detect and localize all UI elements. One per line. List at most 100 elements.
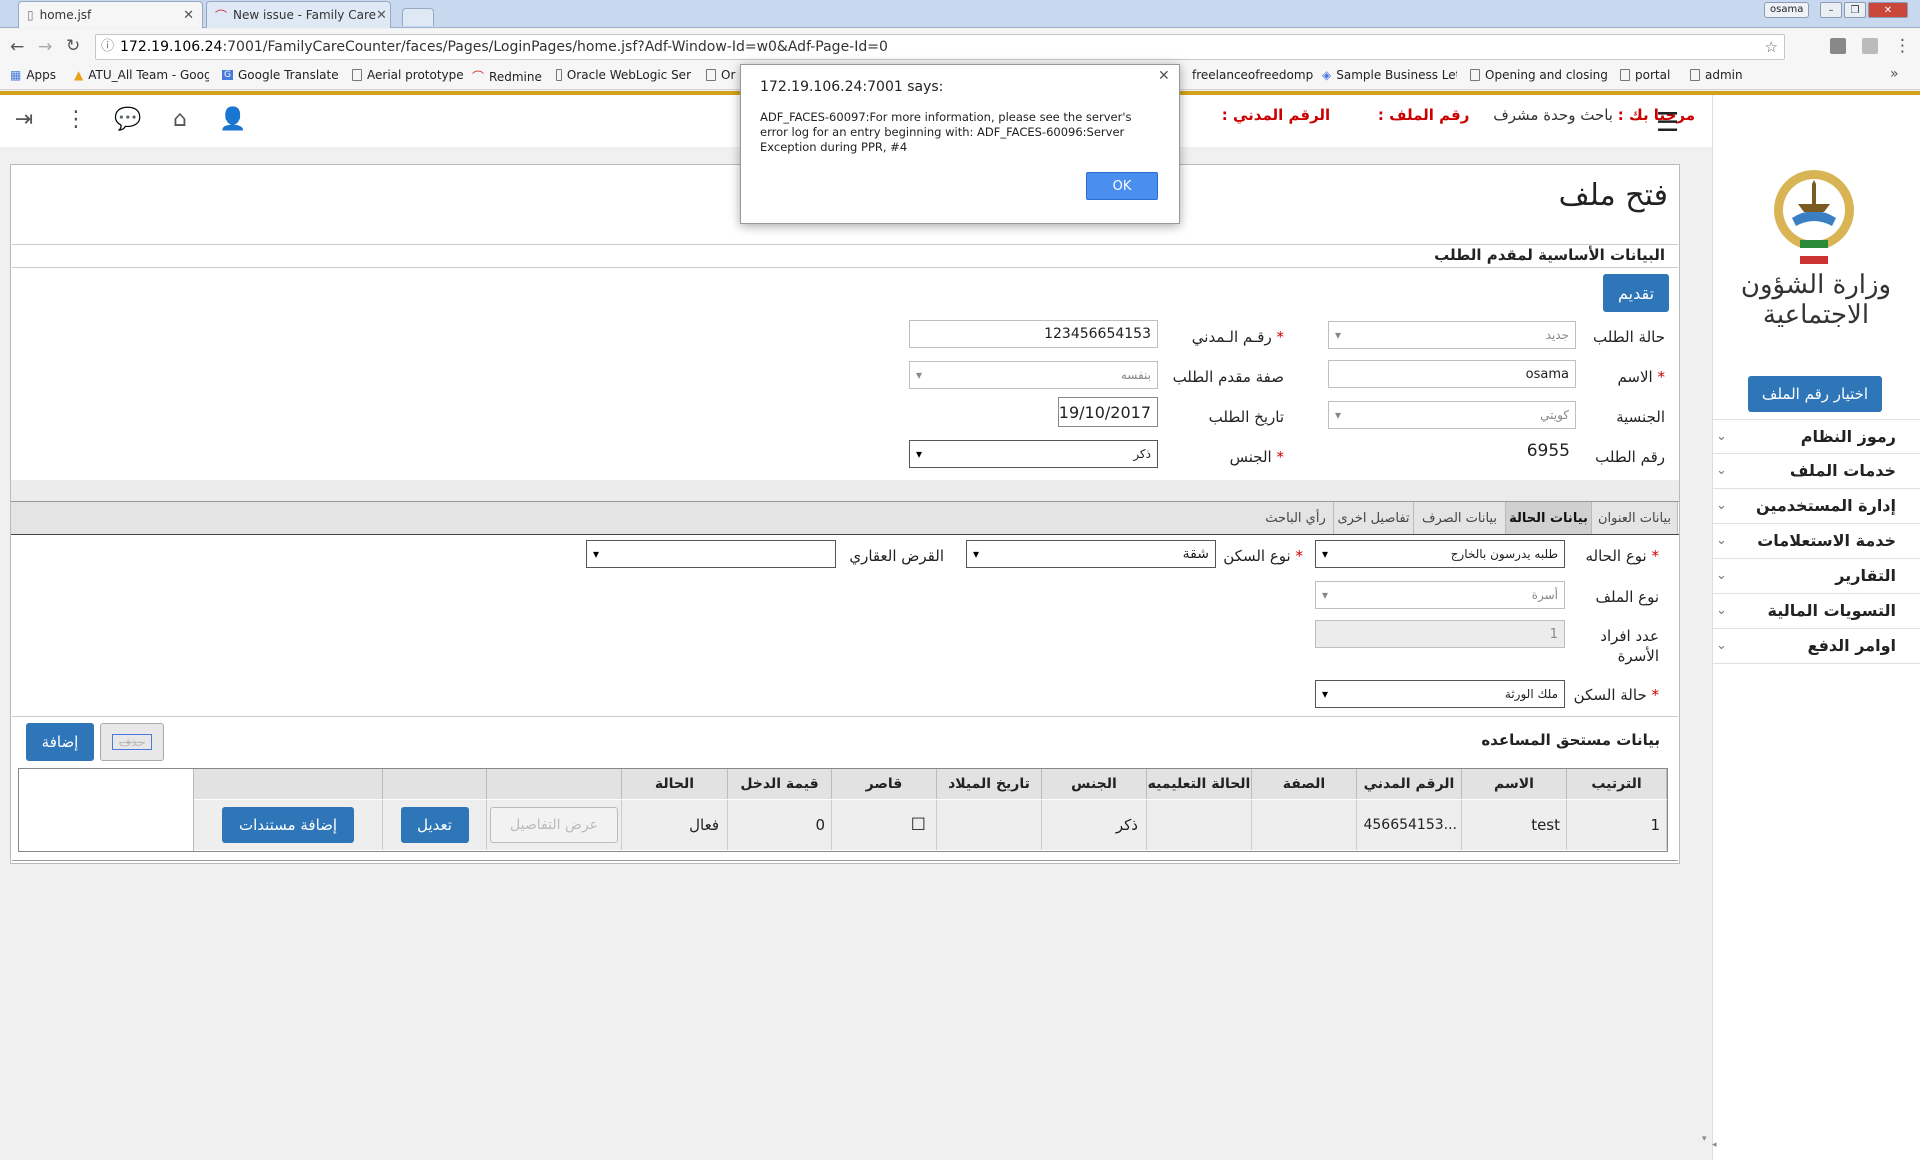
- bookmark-or[interactable]: Or: [706, 68, 735, 82]
- window-user-badge: osama: [1764, 2, 1810, 18]
- page-icon: [352, 69, 362, 81]
- minor-checkbox[interactable]: ☐: [832, 800, 937, 850]
- menu-payment-orders[interactable]: اوامر الدفع ⌄: [1712, 629, 1920, 664]
- menu-inquiries[interactable]: خدمة الاستعلامات ⌄: [1712, 524, 1920, 559]
- label-text: حالة السكن: [1573, 686, 1647, 704]
- home-icon[interactable]: ⌂: [167, 107, 193, 133]
- bookmark-atu[interactable]: ▲ ATU_All Team - Goog: [74, 68, 209, 82]
- chevron-down-icon: ⌄: [1716, 638, 1727, 653]
- bookmark-freelance[interactable]: freelanceofreedomp: [1192, 68, 1314, 82]
- reload-icon[interactable]: ↻: [66, 36, 80, 56]
- file-type-select[interactable]: ▾ أسرة: [1315, 581, 1565, 609]
- window-close-icon[interactable]: ✕: [1868, 2, 1908, 18]
- edit-button[interactable]: تعديل: [400, 807, 469, 843]
- bookmark-google-translate[interactable]: G Google Translate: [222, 68, 339, 82]
- extension-icon[interactable]: [1830, 38, 1846, 54]
- forward-icon[interactable]: →: [38, 37, 52, 57]
- bookmark-opening[interactable]: Opening and closing: [1470, 68, 1608, 82]
- tab-researcher-opinion[interactable]: رأي الباحث: [1258, 502, 1334, 534]
- section-basic-title: البيانات الأساسية لمقدم الطلب: [1434, 246, 1665, 264]
- bookmark-label: Redmine: [489, 69, 542, 84]
- more-bookmarks-icon[interactable]: »: [1890, 66, 1899, 82]
- bookmark-apps[interactable]: ▦ Apps: [10, 68, 56, 82]
- tab-new-issue[interactable]: ⌒ New issue - Family Care ✕: [206, 1, 391, 28]
- menu-label: خدمة الاستعلامات: [1757, 531, 1896, 550]
- menu-reports[interactable]: التقارير ⌄: [1712, 559, 1920, 594]
- chevron-down-icon: ▾: [973, 547, 980, 561]
- table-cell: تعديل: [383, 800, 487, 850]
- real-estate-loan-label: القرض العقاري: [849, 547, 944, 565]
- minimize-icon[interactable]: –: [1820, 2, 1842, 18]
- tab-disbursement[interactable]: بيانات الصرف: [1414, 502, 1506, 534]
- page-icon: ▯: [27, 8, 34, 22]
- chevron-down-icon: ▾: [593, 547, 600, 561]
- extension-icon-2[interactable]: [1862, 38, 1878, 54]
- url-input[interactable]: ⓘ 172.19.106.24:7001/FamilyCareCounter/f…: [95, 34, 1785, 60]
- add-beneficiary-button[interactable]: إضافة: [26, 723, 94, 761]
- tab-address[interactable]: بيانات العنوان: [1592, 502, 1678, 534]
- gender-select[interactable]: ▾ ذكر: [909, 440, 1158, 468]
- nationality-select[interactable]: ▾ كويتي: [1328, 401, 1576, 429]
- chevron-down-icon: ▾: [1335, 328, 1342, 342]
- star-icon[interactable]: ☆: [1765, 35, 1778, 59]
- applicant-role-select[interactable]: ▾ بنفسه: [909, 361, 1158, 389]
- drive-icon: ▲: [74, 68, 84, 82]
- back-icon[interactable]: ←: [10, 37, 24, 57]
- housing-status-select[interactable]: ▾ ملك الورثة: [1315, 680, 1565, 708]
- menu-file-services[interactable]: خدمات الملف ⌄: [1712, 454, 1920, 489]
- col-education: الحالة التعليميه: [1147, 769, 1252, 799]
- close-icon[interactable]: ✕: [183, 8, 194, 23]
- menu-dots-icon[interactable]: ⋮: [1894, 36, 1911, 56]
- real-estate-loan-select[interactable]: ▾: [586, 540, 836, 568]
- nationality-label: الجنسية: [1616, 408, 1665, 426]
- bookmark-sample-letter[interactable]: ◈ Sample Business Lett: [1322, 68, 1457, 82]
- bookmark-redmine[interactable]: ⌒ Redmine: [472, 68, 542, 85]
- request-number-value: 6955: [1526, 441, 1570, 461]
- request-status-label: حالة الطلب: [1593, 328, 1665, 346]
- bookmark-aerial[interactable]: Aerial prototype: [352, 68, 464, 82]
- new-tab-button[interactable]: [402, 8, 434, 26]
- cell-gender: ذكر: [1042, 800, 1147, 850]
- tab-home[interactable]: ▯ home.jsf ✕: [18, 1, 203, 28]
- more-vertical-icon[interactable]: ⋮: [63, 107, 89, 133]
- bookmark-label: ATU_All Team - Goog: [88, 68, 209, 82]
- ok-button[interactable]: OK: [1086, 172, 1158, 200]
- tab-underline: [11, 534, 1679, 535]
- tab-other-details[interactable]: تفاصيل اخرى: [1334, 502, 1414, 534]
- user-icon[interactable]: 👤: [219, 107, 246, 133]
- bookmark-weblogic[interactable]: Oracle WebLogic Ser: [556, 68, 691, 82]
- chat-icon[interactable]: 💬: [114, 107, 141, 133]
- bookmark-admin[interactable]: admin: [1690, 68, 1743, 82]
- hamburger-menu-icon[interactable]: ☰: [1656, 108, 1679, 138]
- civil-id-input[interactable]: 123456654153: [909, 320, 1158, 348]
- logout-icon[interactable]: ⇥: [11, 107, 37, 133]
- housing-type-select[interactable]: ▾ شقة: [966, 540, 1216, 568]
- close-icon[interactable]: ✕: [1158, 68, 1170, 84]
- label-text: رقـم الـمدني: [1191, 328, 1272, 346]
- restore-icon[interactable]: ❐: [1844, 2, 1866, 18]
- menu-financial-settlements[interactable]: التسويات المالية ⌄: [1712, 594, 1920, 629]
- col-order: الترتيب: [1567, 769, 1667, 799]
- case-type-label: * نوع الحاله: [1585, 547, 1659, 565]
- menu-system-codes[interactable]: رموز النظام ⌄: [1712, 419, 1920, 454]
- diamond-icon: ◈: [1322, 68, 1332, 82]
- add-documents-button[interactable]: إضافة مستندات: [222, 807, 354, 843]
- ministry-name: وزارة الشؤون الاجتماعية: [1740, 270, 1892, 330]
- bookmark-label: Or: [721, 68, 736, 82]
- scroll-left-icon[interactable]: ◂: [1712, 1140, 1722, 1150]
- choose-file-button[interactable]: اختيار رقم الملف: [1748, 376, 1882, 412]
- scroll-down-icon[interactable]: ▾: [1702, 1134, 1707, 1144]
- case-type-select[interactable]: ▾ طلبه يدرسون بالخارج: [1315, 540, 1565, 568]
- menu-user-management[interactable]: إدارة المستخدمين ⌄: [1712, 489, 1920, 524]
- submit-button[interactable]: تقديم: [1603, 274, 1669, 312]
- name-input[interactable]: osama: [1328, 360, 1576, 388]
- page-icon: [1470, 69, 1480, 81]
- request-date-input[interactable]: 19/10/2017: [1058, 397, 1158, 427]
- tab-case-data[interactable]: بيانات الحالة: [1506, 502, 1592, 534]
- close-icon[interactable]: ✕: [376, 8, 387, 23]
- bookmark-portal[interactable]: portal: [1620, 68, 1670, 82]
- user-name: باحث وحدة مشرف: [1493, 106, 1613, 124]
- delete-beneficiary-button[interactable]: حذف: [100, 723, 164, 761]
- request-status-select[interactable]: ▾ جديد: [1328, 321, 1576, 349]
- view-details-button[interactable]: عرض التفاصيل: [490, 807, 618, 843]
